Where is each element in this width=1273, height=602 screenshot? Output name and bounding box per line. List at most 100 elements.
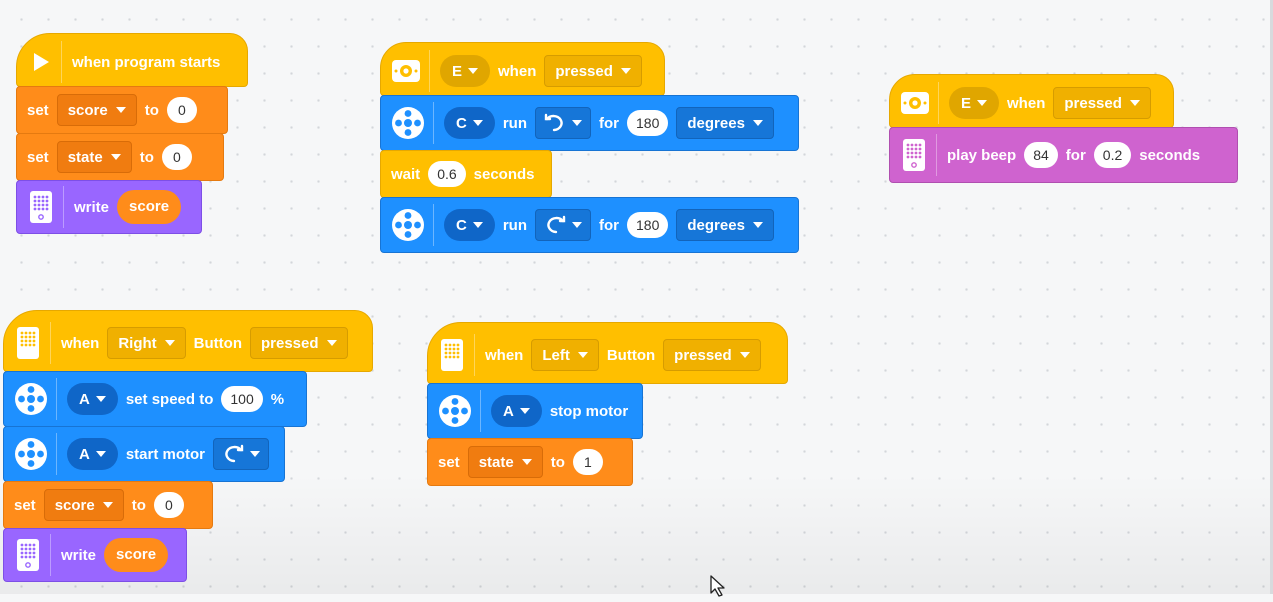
value-input[interactable]: 0 <box>161 144 192 170</box>
hub-display-icon <box>438 334 475 376</box>
when-left-button-block[interactable]: when Left Button pressed <box>427 322 788 384</box>
port-value: C <box>456 216 467 234</box>
write-label: write <box>61 546 97 564</box>
to-label: to <box>139 148 154 166</box>
port-value: C <box>456 114 467 132</box>
unit-value: degrees <box>687 114 745 132</box>
rotate-ccw-icon <box>544 113 563 132</box>
event-value: pressed <box>1064 94 1122 112</box>
wait-block[interactable]: wait 0.6 seconds <box>380 150 552 198</box>
button-value: Right <box>118 334 157 352</box>
degrees-input[interactable]: 180 <box>627 212 669 238</box>
event-dropdown[interactable]: pressed <box>249 327 348 359</box>
port-dropdown[interactable]: A <box>491 395 542 427</box>
seconds-label: seconds <box>1139 146 1201 164</box>
mouse-cursor-icon <box>710 575 730 602</box>
unit-dropdown[interactable]: degrees <box>676 209 774 241</box>
when-sensor-pressed-block[interactable]: E when pressed <box>380 42 665 96</box>
direction-dropdown[interactable] <box>213 438 270 470</box>
port-value: E <box>452 62 463 80</box>
to-label: to <box>550 453 565 471</box>
stop-motor-block[interactable]: A stop motor <box>427 383 643 439</box>
stack-sensor-e-beep[interactable]: E when pressed play beep 84 for 0.2 seco… <box>889 74 1238 183</box>
stack-sensor-e[interactable]: E when pressed C run for 180 degrees wai… <box>380 42 799 253</box>
set-label: set <box>14 496 36 514</box>
set-speed-label: set speed to <box>125 390 214 408</box>
speed-input[interactable]: 100 <box>221 386 263 412</box>
for-label: for <box>599 114 620 132</box>
variable-name: score <box>67 101 108 119</box>
variable-dropdown[interactable]: score <box>56 94 137 126</box>
when-label: when <box>1007 94 1046 112</box>
hub-display-icon <box>14 322 51 364</box>
start-motor-label: start motor <box>125 445 206 463</box>
score-reporter[interactable]: score <box>104 538 169 572</box>
set-variable-block[interactable]: set state to 1 <box>427 438 633 486</box>
when-sensor-pressed-block[interactable]: E when pressed <box>889 74 1174 128</box>
stack-left-button[interactable]: when Left Button pressed A stop motor se… <box>427 322 788 486</box>
stack-right-button[interactable]: when Right Button pressed A set speed to… <box>3 310 373 582</box>
set-variable-block[interactable]: set score to 0 <box>3 481 213 529</box>
event-dropdown[interactable]: pressed <box>1053 87 1151 119</box>
set-variable-block[interactable]: set score to 0 <box>16 86 228 134</box>
unit-value: degrees <box>687 216 745 234</box>
event-dropdown[interactable]: pressed <box>663 339 761 371</box>
motor-icon <box>391 204 434 246</box>
port-dropdown[interactable]: A <box>67 383 118 415</box>
motor-run-block[interactable]: C run for 180 degrees <box>380 95 799 151</box>
button-dropdown[interactable]: Right <box>107 327 186 359</box>
start-motor-block[interactable]: A start motor <box>3 426 285 482</box>
value-input[interactable]: 0 <box>166 97 197 123</box>
when-label: when <box>61 334 100 352</box>
direction-dropdown[interactable] <box>535 209 592 241</box>
variable-name: score <box>54 496 95 514</box>
variable-dropdown[interactable]: score <box>43 489 124 521</box>
degrees-input[interactable]: 180 <box>627 110 669 136</box>
event-value: pressed <box>674 346 732 364</box>
when-program-starts-block[interactable]: when program starts <box>16 33 248 87</box>
port-dropdown[interactable]: E <box>949 87 1000 119</box>
when-right-button-block[interactable]: when Right Button pressed <box>3 310 373 372</box>
button-dropdown[interactable]: Left <box>531 339 599 371</box>
color-sensor-icon <box>391 50 430 92</box>
hub-display-icon <box>27 186 64 228</box>
event-dropdown[interactable]: pressed <box>544 55 642 87</box>
variable-dropdown[interactable]: state <box>467 446 543 478</box>
port-dropdown[interactable]: C <box>444 209 495 241</box>
value-input[interactable]: 0 <box>153 492 184 518</box>
write-block[interactable]: write score <box>16 180 202 234</box>
motor-run-block[interactable]: C run for 180 degrees <box>380 197 799 253</box>
play-beep-block[interactable]: play beep 84 for 0.2 seconds <box>889 127 1238 183</box>
play-icon <box>27 41 62 83</box>
variable-name: state <box>478 453 514 471</box>
rotate-cw-icon <box>547 215 566 234</box>
variable-dropdown[interactable]: state <box>56 141 132 173</box>
stack-program-start[interactable]: when program starts set score to 0 set s… <box>16 33 248 234</box>
when-label: when <box>485 346 524 364</box>
seconds-label: seconds <box>473 165 535 183</box>
set-variable-block[interactable]: set state to 0 <box>16 133 224 181</box>
port-value: A <box>503 402 514 420</box>
direction-dropdown[interactable] <box>535 107 592 139</box>
event-value: pressed <box>260 334 319 352</box>
duration-input[interactable]: 0.2 <box>1093 142 1132 168</box>
variable-name: state <box>67 148 103 166</box>
for-label: for <box>599 216 620 234</box>
port-dropdown[interactable]: C <box>444 107 495 139</box>
port-value: A <box>79 390 90 408</box>
score-reporter[interactable]: score <box>117 190 182 224</box>
color-sensor-icon <box>900 82 939 124</box>
hub-display-icon <box>900 134 937 176</box>
unit-dropdown[interactable]: degrees <box>676 107 774 139</box>
wait-input[interactable]: 0.6 <box>428 161 466 187</box>
value-input[interactable]: 1 <box>572 449 603 475</box>
hub-display-icon <box>14 534 51 576</box>
write-block[interactable]: write score <box>3 528 187 582</box>
motor-icon <box>14 378 57 420</box>
set-speed-block[interactable]: A set speed to 100 % <box>3 371 307 427</box>
port-dropdown[interactable]: E <box>440 55 491 87</box>
note-input[interactable]: 84 <box>1024 142 1058 168</box>
port-dropdown[interactable]: A <box>67 438 118 470</box>
motor-icon <box>14 433 57 475</box>
port-value: A <box>79 445 90 463</box>
